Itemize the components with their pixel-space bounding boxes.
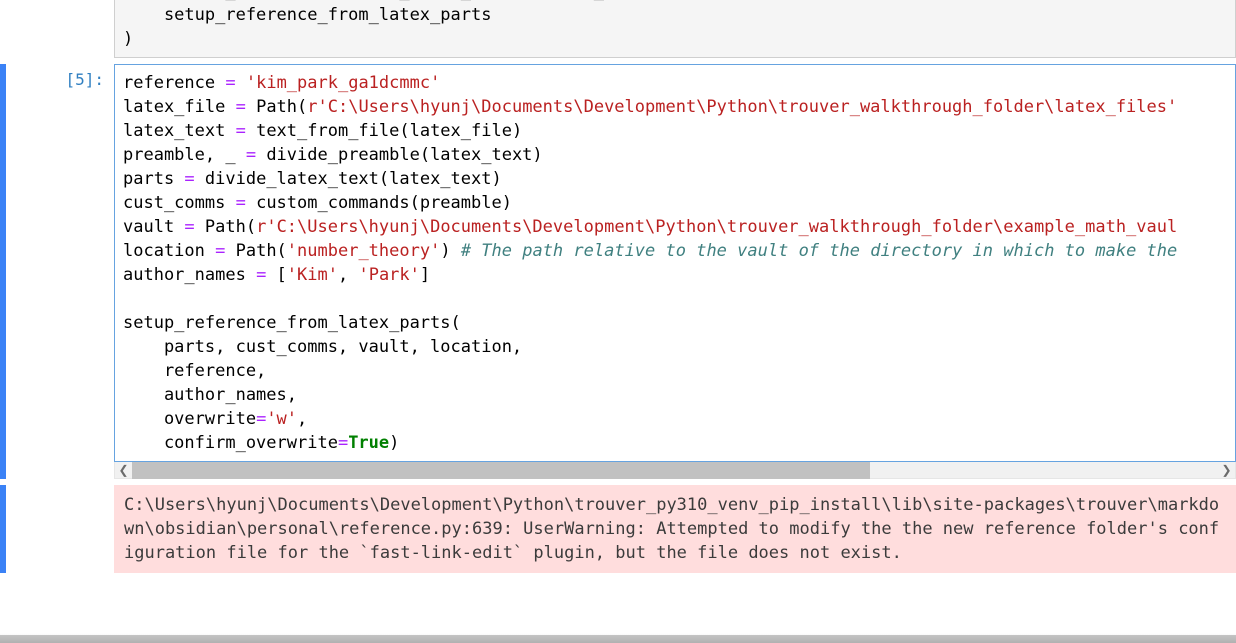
code-line: confirm_overwrite=True) [123, 431, 1227, 455]
code-token: 'number_theory' [287, 241, 441, 261]
code-token: divide_preamble(latex_text) [256, 145, 543, 165]
code-token: latex_text [123, 121, 236, 141]
code-token: r'C:\Users\hyunj\Documents\Development\P… [307, 97, 1177, 117]
code-token: 'kim_park_ga1dcmmc' [246, 73, 440, 93]
code-line: latex_file = Path(r'C:\Users\hyunj\Docum… [123, 95, 1227, 119]
code-line: author_names = ['Kim', 'Park'] [123, 263, 1227, 287]
code-token: = [184, 169, 194, 189]
code-token: ] [420, 265, 430, 285]
code-token: divide_latex_text(latex_text) [195, 169, 502, 189]
code-editor-prev[interactable]: divide_preamble, divide_latex_text, cust… [114, 0, 1236, 58]
code-token [236, 73, 246, 93]
code-token: divide_preamble, divide_latex_text, cust… [123, 0, 696, 1]
code-line: reference, [123, 359, 1227, 383]
code-token: Path( [246, 97, 307, 117]
code-cell-5: [5]: reference = 'kim_park_ga1dcmmc'late… [0, 64, 1236, 479]
code-token: True [348, 433, 389, 453]
code-token: = [225, 73, 235, 93]
scroll-track[interactable] [132, 462, 1218, 479]
code-token: reference, [123, 361, 266, 381]
notebook: divide_preamble, divide_latex_text, cust… [0, 0, 1236, 643]
output-prompt [6, 485, 114, 573]
code-token: = [215, 241, 225, 261]
cell-prompt-5: [5]: [6, 64, 114, 479]
code-token: text_from_file(latex_file) [246, 121, 522, 141]
horizontal-scrollbar[interactable]: ❮ ❯ [114, 462, 1236, 479]
code-token: 'w' [266, 409, 297, 429]
code-token: ) [123, 29, 133, 49]
code-line [123, 287, 1227, 311]
code-token: 'Park' [358, 265, 419, 285]
code-line: setup_reference_from_latex_parts( [123, 311, 1227, 335]
code-token: = [236, 97, 246, 117]
code-token: custom_commands(preamble) [246, 193, 512, 213]
code-token: = [184, 217, 194, 237]
code-line: setup_reference_from_latex_parts [123, 3, 1227, 27]
code-line: location = Path('number_theory') # The p… [123, 239, 1227, 263]
code-token: setup_reference_from_latex_parts [123, 5, 491, 25]
code-line: parts = divide_latex_text(latex_text) [123, 167, 1227, 191]
code-token: 'Kim' [287, 265, 338, 285]
code-token: latex_file [123, 97, 236, 117]
code-cell-prev: divide_preamble, divide_latex_text, cust… [0, 0, 1236, 58]
code-token: , [338, 265, 358, 285]
code-line: latex_text = text_from_file(latex_file) [123, 119, 1227, 143]
code-token: = [246, 145, 256, 165]
code-line: parts, cust_comms, vault, location, [123, 335, 1227, 359]
stderr-output[interactable]: C:\Users\hyunj\Documents\Development\Pyt… [114, 485, 1236, 573]
code-token: setup_reference_from_latex_parts( [123, 313, 461, 333]
scroll-right-arrow-icon[interactable]: ❯ [1218, 462, 1235, 479]
code-token: , [297, 409, 307, 429]
cell-output-5: C:\Users\hyunj\Documents\Development\Pyt… [0, 485, 1236, 573]
code-token: = [256, 265, 266, 285]
cell-prompt [6, 0, 114, 58]
code-token: cust_comms [123, 193, 236, 213]
scroll-left-arrow-icon[interactable]: ❮ [115, 462, 132, 479]
code-token: = [256, 409, 266, 429]
code-token: [ [266, 265, 286, 285]
code-token: reference [123, 73, 225, 93]
code-token: parts, cust_comms, vault, location, [123, 337, 522, 357]
code-line: vault = Path(r'C:\Users\hyunj\Documents\… [123, 215, 1227, 239]
code-token: confirm_overwrite [123, 433, 338, 453]
code-line: ) [123, 27, 1227, 51]
scroll-thumb[interactable] [132, 462, 870, 479]
code-line: reference = 'kim_park_ga1dcmmc' [123, 71, 1227, 95]
code-token: author_names [123, 265, 256, 285]
bottom-border [0, 635, 1236, 643]
code-token: r'C:\Users\hyunj\Documents\Development\P… [256, 217, 1177, 237]
code-line: overwrite='w', [123, 407, 1227, 431]
code-editor-5[interactable]: reference = 'kim_park_ga1dcmmc'latex_fil… [114, 64, 1236, 462]
code-line: cust_comms = custom_commands(preamble) [123, 191, 1227, 215]
code-token: author_names, [123, 385, 297, 405]
code-token: ) [389, 433, 399, 453]
code-line: preamble, _ = divide_preamble(latex_text… [123, 143, 1227, 167]
code-token: ) [440, 241, 460, 261]
code-token: parts [123, 169, 184, 189]
code-token: # The path relative to the vault of the … [461, 241, 1177, 261]
code-token: = [338, 433, 348, 453]
code-token: Path( [195, 217, 256, 237]
code-token: overwrite [123, 409, 256, 429]
code-token: Path( [225, 241, 286, 261]
code-line: author_names, [123, 383, 1227, 407]
code-token: preamble, _ [123, 145, 246, 165]
code-token: = [236, 121, 246, 141]
code-token: location [123, 241, 215, 261]
code-token: = [236, 193, 246, 213]
code-token: vault [123, 217, 184, 237]
